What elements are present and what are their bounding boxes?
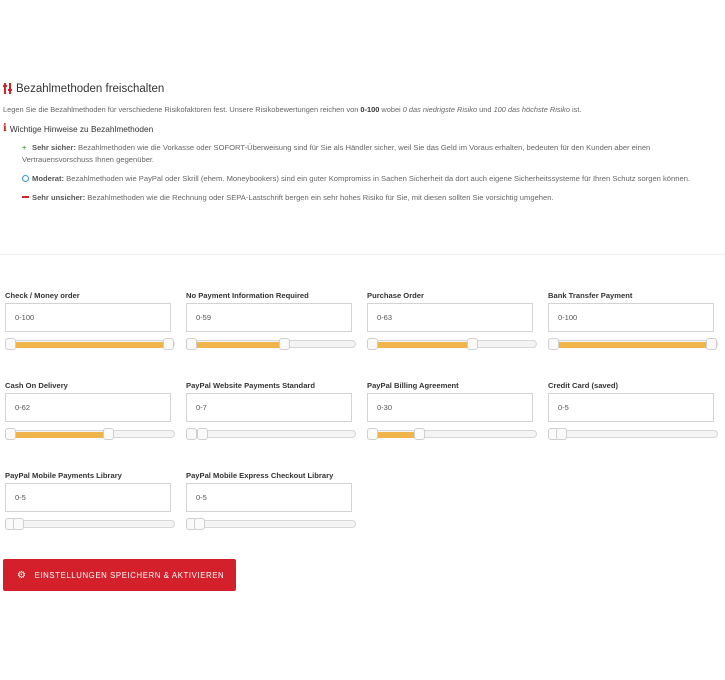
payment-method-label: Bank Transfer Payment bbox=[548, 291, 633, 300]
slider-track[interactable] bbox=[5, 340, 175, 348]
plus-icon: + bbox=[22, 143, 27, 152]
page-description: Legen Sie die Bezahlmethoden für verschi… bbox=[3, 105, 582, 114]
risk-range-slider[interactable] bbox=[186, 428, 356, 440]
risk-range-slider[interactable] bbox=[548, 338, 718, 350]
risk-range-input[interactable]: 0-5 bbox=[186, 483, 352, 512]
payment-method-label: PayPal Mobile Payments Library bbox=[5, 471, 122, 480]
risk-range-input[interactable]: 0-63 bbox=[367, 303, 533, 332]
payment-method-label: Check / Money order bbox=[5, 291, 80, 300]
title-row: Bezahlmethoden freischalten bbox=[3, 81, 723, 97]
payment-method-label: Purchase Order bbox=[367, 291, 424, 300]
slider-max-handle[interactable] bbox=[13, 518, 24, 530]
slider-track[interactable] bbox=[367, 430, 537, 438]
slider-track[interactable] bbox=[5, 520, 175, 528]
payment-method-field: Purchase Order 0-63 bbox=[367, 291, 539, 350]
slider-max-handle[interactable] bbox=[197, 428, 208, 440]
slider-max-handle[interactable] bbox=[103, 428, 114, 440]
header: Bezahlmethoden freischalten Legen Sie di… bbox=[3, 81, 723, 134]
slider-track[interactable] bbox=[186, 520, 356, 528]
slider-min-handle[interactable] bbox=[5, 428, 16, 440]
hints-heading: i Wichtige Hinweise zu Bezahlmethoden bbox=[3, 123, 723, 134]
slider-max-handle[interactable] bbox=[556, 428, 567, 440]
hint-moderate: Moderat: Bezahlmethoden wie PayPal oder … bbox=[22, 173, 722, 185]
hints-heading-text: Wichtige Hinweise zu Bezahlmethoden bbox=[9, 123, 154, 134]
page-title: Bezahlmethoden freischalten bbox=[16, 83, 165, 95]
risk-range-slider[interactable] bbox=[5, 518, 175, 530]
risk-range-slider[interactable] bbox=[186, 338, 356, 350]
payment-method-label: PayPal Website Payments Standard bbox=[186, 381, 316, 390]
slider-max-handle[interactable] bbox=[194, 518, 205, 530]
payment-method-field: No Payment Information Required 0-59 bbox=[186, 291, 358, 350]
slider-fill bbox=[188, 342, 285, 348]
hint-very-unsafe: Sehr unsicher: Bezahlmethoden wie die Re… bbox=[22, 192, 722, 204]
slider-track[interactable] bbox=[548, 430, 718, 438]
slider-min-handle[interactable] bbox=[548, 338, 559, 350]
payment-method-label: PayPal Billing Agreement bbox=[367, 381, 459, 390]
hints-list: + Sehr sicher: Bezahlmethoden wie die Vor… bbox=[22, 142, 722, 211]
slider-fill bbox=[7, 432, 109, 438]
risk-range-input[interactable]: 0-7 bbox=[186, 393, 352, 422]
save-activate-button[interactable]: ⚙ EINSTELLUNGEN SPEICHERN & AKTIVIEREN bbox=[3, 559, 236, 591]
slider-fill bbox=[369, 342, 473, 348]
slider-min-handle[interactable] bbox=[367, 428, 378, 440]
slider-track[interactable] bbox=[548, 340, 718, 348]
payment-method-field: Bank Transfer Payment 0-100 bbox=[548, 291, 720, 350]
slider-max-handle[interactable] bbox=[163, 338, 174, 350]
sliders-icon bbox=[3, 83, 13, 95]
slider-min-handle[interactable] bbox=[186, 338, 197, 350]
risk-range-slider[interactable] bbox=[548, 428, 718, 440]
risk-range-input[interactable]: 0-5 bbox=[5, 483, 171, 512]
minus-icon bbox=[22, 192, 30, 204]
risk-range-input[interactable]: 0-5 bbox=[548, 393, 714, 422]
slider-min-handle[interactable] bbox=[367, 338, 378, 350]
save-button-label: EINSTELLUNGEN SPEICHERN & AKTIVIEREN bbox=[34, 570, 225, 580]
cogs-icon: ⚙ bbox=[17, 569, 27, 581]
slider-max-handle[interactable] bbox=[467, 338, 478, 350]
payment-method-field: PayPal Website Payments Standard 0-7 bbox=[186, 381, 358, 440]
info-icon: i bbox=[3, 123, 7, 134]
risk-range-slider[interactable] bbox=[5, 338, 175, 350]
payment-method-field: PayPal Billing Agreement 0-30 bbox=[367, 381, 539, 440]
slider-track[interactable] bbox=[5, 430, 175, 438]
circle-icon bbox=[22, 173, 30, 185]
slider-max-handle[interactable] bbox=[706, 338, 717, 350]
risk-range-slider[interactable] bbox=[5, 428, 175, 440]
risk-range-input[interactable]: 0-59 bbox=[186, 303, 352, 332]
slider-max-handle[interactable] bbox=[279, 338, 290, 350]
slider-fill bbox=[550, 342, 712, 348]
payment-method-field: Cash On Delivery 0-62 bbox=[5, 381, 177, 440]
risk-range-slider[interactable] bbox=[367, 338, 537, 350]
risk-range-input[interactable]: 0-100 bbox=[5, 303, 171, 332]
payment-method-label: Credit Card (saved) bbox=[548, 381, 619, 390]
slider-track[interactable] bbox=[186, 340, 356, 348]
risk-range-slider[interactable] bbox=[186, 518, 356, 530]
slider-min-handle[interactable] bbox=[186, 428, 197, 440]
payment-method-field: PayPal Mobile Payments Library 0-5 bbox=[5, 471, 177, 530]
payment-method-label: Cash On Delivery bbox=[5, 381, 68, 390]
risk-range-slider[interactable] bbox=[367, 428, 537, 440]
risk-range-input[interactable]: 0-100 bbox=[548, 303, 714, 332]
hint-very-safe: + Sehr sicher: Bezahlmethoden wie die Vor… bbox=[22, 143, 651, 164]
payment-method-field: Credit Card (saved) 0-5 bbox=[548, 381, 720, 440]
slider-track[interactable] bbox=[186, 430, 356, 438]
divider bbox=[0, 254, 725, 255]
payment-method-field: Check / Money order 0-100 bbox=[5, 291, 177, 350]
slider-fill bbox=[7, 342, 169, 348]
payment-method-field: PayPal Mobile Express Checkout Library 0-… bbox=[186, 471, 358, 530]
payment-method-label: PayPal Mobile Express Checkout Library bbox=[186, 471, 334, 480]
slider-max-handle[interactable] bbox=[414, 428, 425, 440]
risk-range-input[interactable]: 0-62 bbox=[5, 393, 171, 422]
payment-method-label: No Payment Information Required bbox=[186, 291, 309, 300]
slider-min-handle[interactable] bbox=[5, 338, 16, 350]
risk-range-input[interactable]: 0-30 bbox=[367, 393, 533, 422]
slider-track[interactable] bbox=[367, 340, 537, 348]
